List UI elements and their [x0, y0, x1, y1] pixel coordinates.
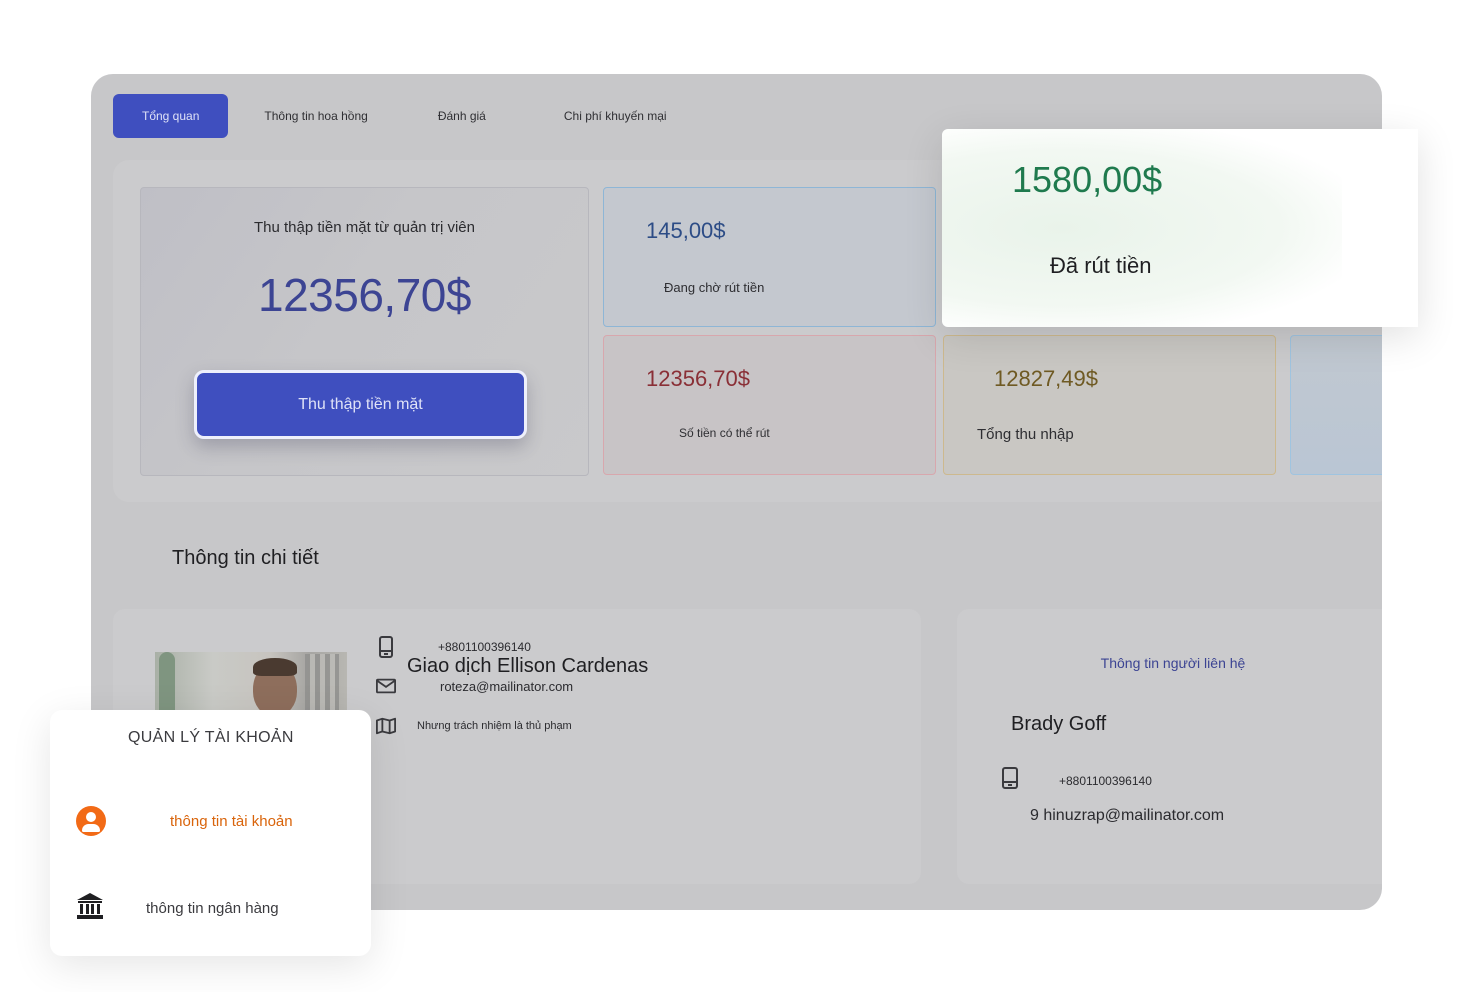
phone-icon	[376, 636, 396, 658]
withdrawn-label: Đã rút tiền	[1050, 253, 1152, 278]
total-income-card: 12827,49$ Tổng thu nhập	[943, 335, 1276, 475]
withdrawn-popup-card: 1580,00$ Đã rút tiền	[942, 129, 1418, 327]
pending-withdrawal-label: Đang chờ rút tiền	[664, 280, 765, 295]
stage: Tổng quan Thông tin hoa hồng Đánh giá Ch…	[0, 0, 1468, 992]
contact-info-title: Thông tin người liên hệ	[1100, 655, 1246, 671]
tab-commission[interactable]: Thông tin hoa hồng	[264, 94, 367, 138]
tab-promotion-costs[interactable]: Chi phí khuyến mại	[564, 94, 667, 138]
account-menu-title: QUẢN LÝ TÀI KHOẢN	[128, 729, 294, 746]
transaction-phone: +8801100396140	[438, 640, 531, 654]
mail-icon	[376, 676, 396, 696]
total-income-value: 12827,49$	[994, 366, 1098, 391]
available-balance-value: 12356,70$	[646, 366, 750, 391]
contact-name: Brady Goff	[1011, 713, 1107, 735]
collect-cash-card: Thu thập tiền mặt từ quản trị viên 12356…	[140, 187, 589, 476]
details-section-title: Thông tin chi tiết	[172, 547, 319, 569]
menu-item-bank-info[interactable]: thông tin ngân hàng	[76, 892, 279, 925]
transaction-name: Giao dịch Ellison Cardenas	[407, 655, 649, 677]
account-circle-icon	[76, 806, 106, 836]
contact-phone: +8801100396140	[1059, 773, 1152, 788]
contact-email[interactable]: 9 hinuzrap@mailinator.com	[1030, 807, 1224, 825]
menu-item-account-info-label: thông tin tài khoản	[170, 812, 293, 830]
total-income-label: Tổng thu nhập	[977, 426, 1074, 443]
transaction-phone-row: +8801100396140	[376, 636, 531, 658]
available-balance-label: Số tiền có thể rút	[679, 426, 770, 440]
pending-withdrawal-value: 145,00$	[646, 218, 726, 243]
transaction-address-row: Nhưng trách nhiệm là thủ phạm	[376, 716, 572, 736]
menu-item-bank-info-label: thông tin ngân hàng	[146, 900, 279, 917]
transaction-address: Nhưng trách nhiệm là thủ phạm	[417, 720, 572, 732]
contact-info-card: Thông tin người liên hệ Brady Goff +8801…	[957, 609, 1382, 884]
pending-withdrawal-card: 145,00$ Đang chờ rút tiền	[603, 187, 936, 327]
tab-reviews[interactable]: Đánh giá	[438, 94, 486, 138]
tab-bar: Tổng quan Thông tin hoa hồng Đánh giá Ch…	[113, 94, 667, 138]
account-management-menu: QUẢN LÝ TÀI KHOẢN thông tin tài khoản th…	[50, 710, 371, 956]
phone-icon	[1001, 767, 1019, 794]
available-balance-card: 12356,70$ Số tiền có thể rút	[603, 335, 936, 475]
map-icon	[376, 716, 396, 736]
collect-cash-amount: 12356,70$	[258, 269, 471, 321]
collect-cash-label: Thu thập tiền mặt từ quản trị viên	[254, 219, 475, 236]
bank-icon	[76, 892, 104, 925]
contact-phone-row: +8801100396140	[1001, 767, 1152, 794]
offscreen-card	[1290, 335, 1382, 475]
withdrawn-value: 1580,00$	[1012, 159, 1163, 200]
transaction-email-row: roteza@mailinator.com	[376, 676, 573, 696]
tab-overview[interactable]: Tổng quan	[113, 94, 229, 138]
collect-cash-button[interactable]: Thu thập tiền mặt	[194, 370, 527, 439]
transaction-email[interactable]: roteza@mailinator.com	[440, 679, 573, 694]
menu-item-account-info[interactable]: thông tin tài khoản	[76, 806, 293, 836]
photo-person-hair	[253, 658, 297, 676]
photo-shelf	[305, 654, 339, 714]
